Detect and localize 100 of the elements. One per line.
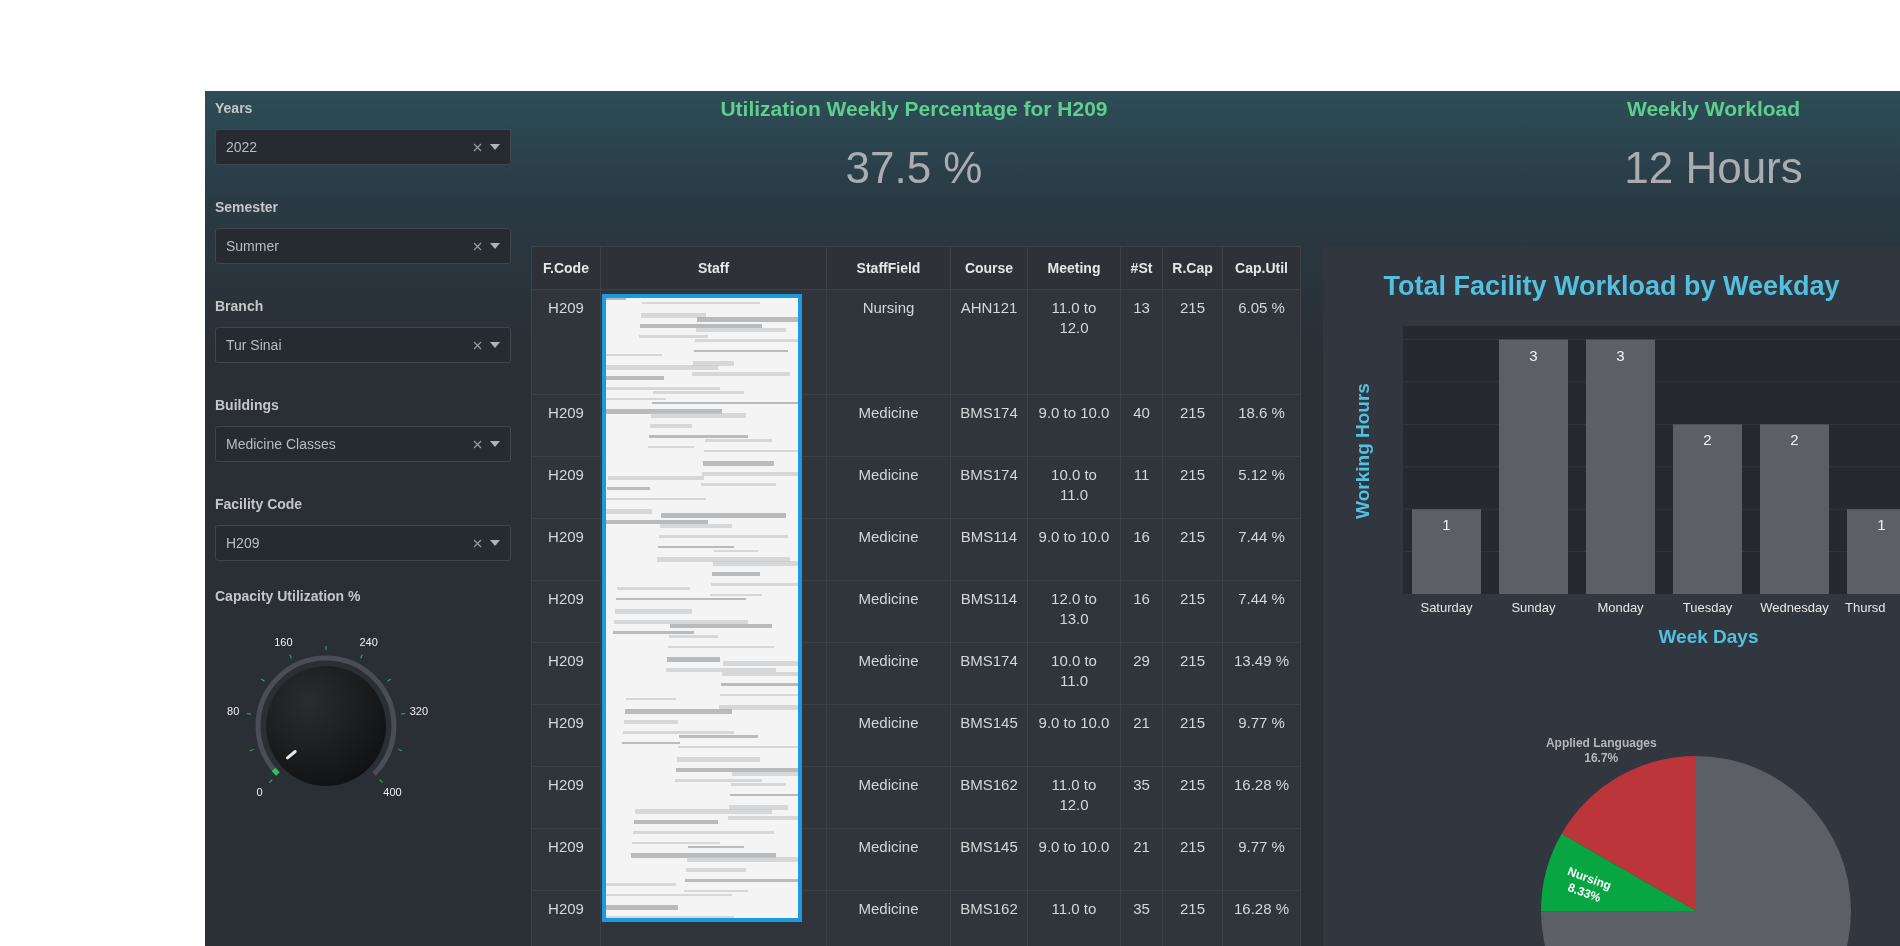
tick-mark [246, 712, 252, 715]
table-cell: 7.44 % [1222, 518, 1301, 581]
kpi-title: Utilization Weekly Percentage for H209 [720, 97, 1108, 121]
table-cell: 16.28 % [1222, 766, 1301, 829]
table-cell: Medicine [826, 642, 951, 705]
column-header[interactable]: R.Cap [1162, 246, 1223, 290]
table-cell: 215 [1162, 828, 1223, 891]
tick-mark [400, 712, 406, 715]
tick-label: 240 [359, 636, 378, 649]
column-header[interactable]: Meeting [1027, 246, 1121, 290]
table-cell: 215 [1162, 642, 1223, 705]
table-cell: Medicine [826, 456, 951, 519]
table-cell: 10.0 to 11.0 [1027, 642, 1121, 705]
column-header[interactable]: StaffField [826, 246, 951, 290]
table-cell: Medicine [826, 766, 951, 829]
caret-icon[interactable] [490, 342, 500, 348]
column-header[interactable]: Staff [600, 246, 827, 290]
category-label: Tuesday [1682, 600, 1733, 615]
category-label: Sunday [1511, 600, 1556, 615]
table-cell: 215 [1162, 704, 1223, 767]
table-cell: 40 [1120, 394, 1163, 457]
slice-value: 16.7% [1584, 751, 1619, 766]
table-cell: H209 [531, 828, 601, 891]
close-icon[interactable] [473, 142, 482, 152]
gauge-label: Capacity Utilization % [215, 588, 362, 604]
dropdown[interactable]: 2022 [215, 129, 511, 165]
table-cell: H209 [531, 580, 601, 643]
table-cell: 35 [1120, 766, 1163, 829]
filter-label: Years [215, 99, 254, 118]
table-cell: Medicine [826, 704, 951, 767]
column-header[interactable]: Cap.Util [1222, 246, 1301, 290]
close-icon[interactable] [473, 340, 482, 350]
value-label: 2 [1703, 431, 1712, 449]
dropdown[interactable]: Summer [215, 228, 511, 264]
table-cell: 6.05 % [1222, 289, 1301, 395]
caret-icon[interactable] [490, 441, 500, 447]
table-cell: 10.0 to 11.0 [1027, 456, 1121, 519]
table-cell: 13.49 % [1222, 642, 1301, 705]
table-cell: 9.0 to 10.0 [1027, 518, 1121, 581]
tick-mark [260, 678, 266, 682]
table-cell: 215 [1162, 766, 1223, 829]
tick-mark [325, 645, 327, 651]
caret-icon[interactable] [490, 540, 500, 546]
table-cell: BMS114 [950, 518, 1028, 581]
dropdown[interactable]: H209 [215, 525, 511, 561]
table-cell: H209 [531, 704, 601, 767]
tick-label: 160 [274, 636, 293, 649]
table-cell: 7.44 % [1222, 580, 1301, 643]
table-cell: H209 [531, 642, 601, 705]
dropdown[interactable]: Medicine Classes [215, 426, 511, 462]
table-cell: 12.0 to 13.0 [1027, 580, 1121, 643]
table-cell: 21 [1120, 828, 1163, 891]
table-cell: 215 [1162, 394, 1223, 457]
value-label: 3 [1529, 346, 1538, 364]
tick-label: 400 [383, 786, 402, 799]
table-cell: 9.0 to 10.0 [1027, 704, 1121, 767]
tick-label: 0 [256, 786, 263, 799]
table-cell: BMS174 [950, 456, 1028, 519]
tick-mark [379, 779, 384, 784]
table-cell: 215 [1162, 580, 1223, 643]
table-cell: Medicine [826, 580, 951, 643]
table-cell: 9.77 % [1222, 704, 1301, 767]
table-cell: 16 [1120, 580, 1163, 643]
table-cell: H209 [531, 518, 601, 581]
table-cell: 29 [1120, 642, 1163, 705]
table-cell: BMS174 [950, 642, 1028, 705]
filter-label: Buildings [215, 396, 280, 415]
tick-label: 80 [227, 705, 240, 718]
category-label: Thursd [1845, 600, 1886, 615]
table-cell: H209 [531, 394, 601, 457]
tick-mark [397, 748, 403, 752]
caret-icon[interactable] [490, 144, 500, 150]
value-label: 3 [1616, 346, 1625, 364]
table-cell: Medicine [826, 518, 951, 581]
tick-mark [386, 678, 392, 682]
close-icon[interactable] [473, 439, 482, 449]
category-label: Saturday [1420, 600, 1473, 615]
table-cell: AHN121 [950, 289, 1028, 395]
column-header[interactable]: F.Code [531, 246, 601, 290]
column-header[interactable]: #St [1120, 246, 1163, 290]
slice-label: Applied Languages [1545, 736, 1657, 751]
tick-mark [249, 748, 255, 752]
dropdown[interactable]: Tur Sinai [215, 327, 511, 363]
table-cell: BMS114 [950, 580, 1028, 643]
close-icon[interactable] [473, 538, 482, 548]
table-cell: 215 [1162, 518, 1223, 581]
close-icon[interactable] [473, 241, 482, 251]
table-cell: 5.12 % [1222, 456, 1301, 519]
caret-icon[interactable] [490, 243, 500, 249]
tick-mark [289, 654, 293, 659]
column-header[interactable]: Course [950, 246, 1028, 290]
table-cell: 9.0 to 10.0 [1027, 394, 1121, 457]
table-cell: H209 [531, 766, 601, 829]
table-cell: Medicine [826, 828, 951, 891]
table-cell: Medicine [826, 394, 951, 457]
value-label: 1 [1442, 516, 1451, 534]
table-cell: 215 [1162, 289, 1223, 395]
table-cell: H209 [531, 289, 601, 395]
filter-label: Semester [215, 198, 280, 217]
table-cell: 21 [1120, 704, 1163, 767]
